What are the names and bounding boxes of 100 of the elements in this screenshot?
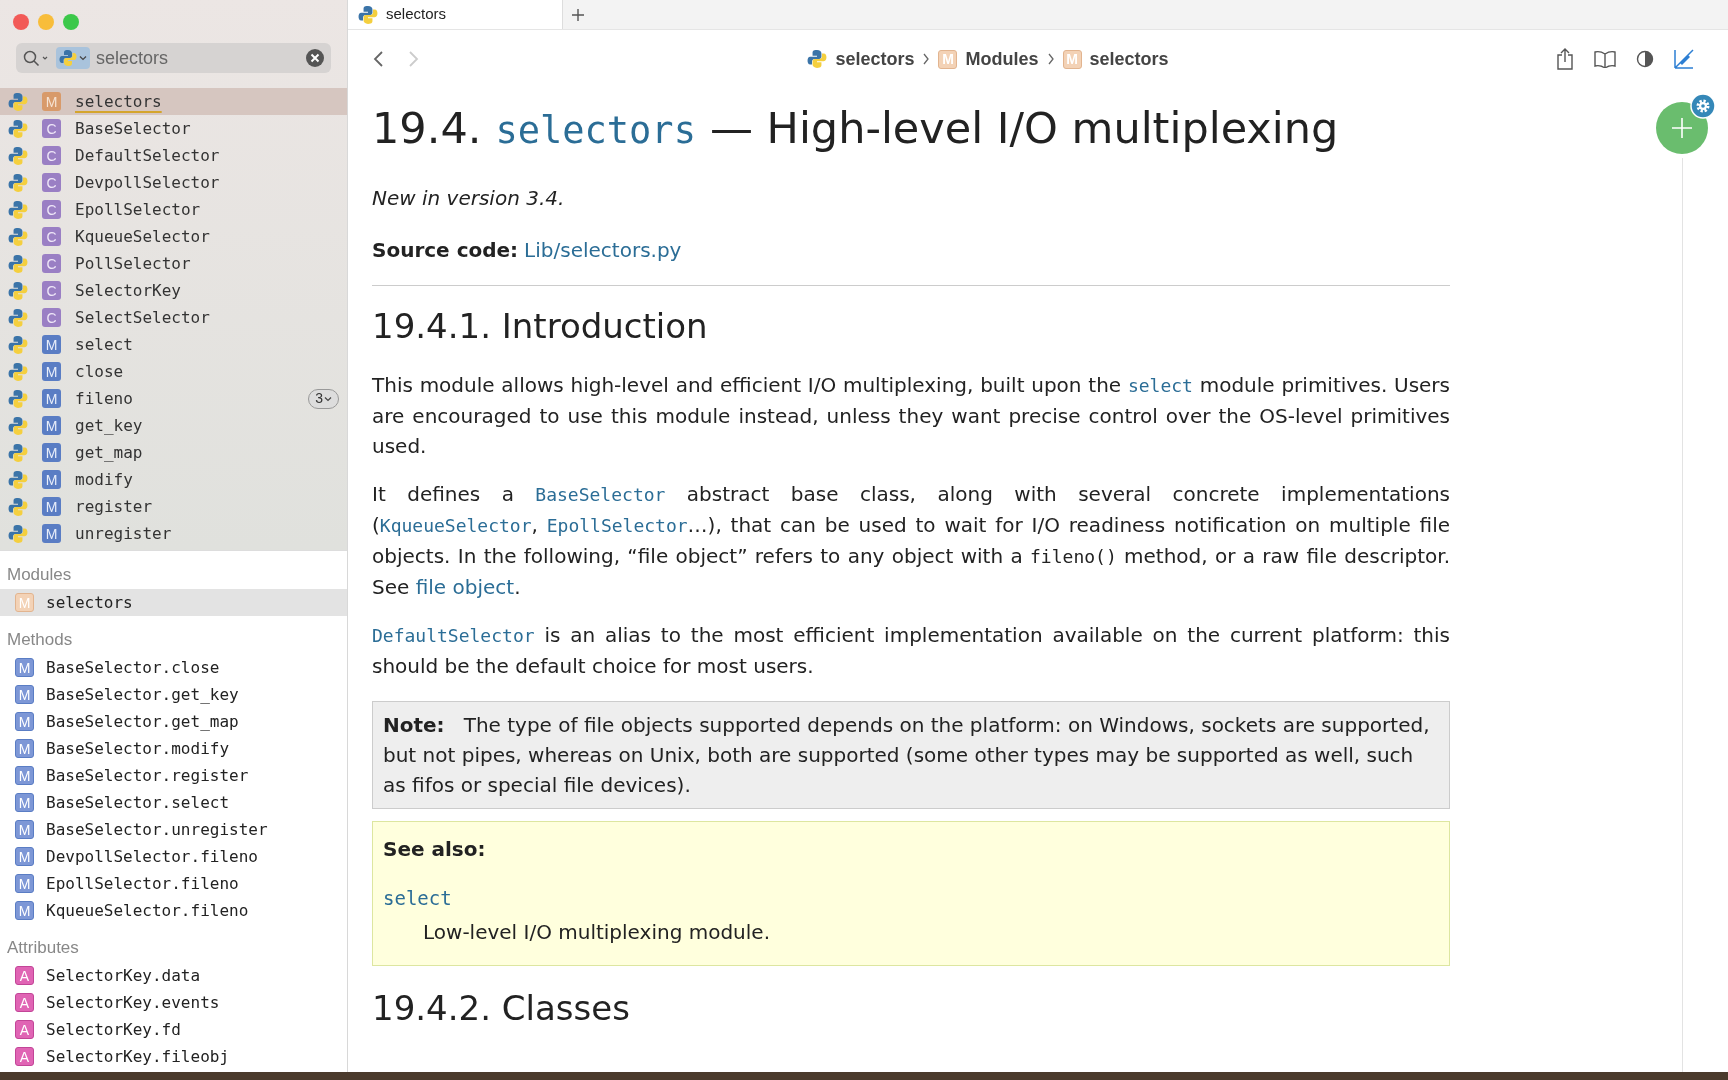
python-logo-icon [8,334,28,355]
result-row[interactable]: M BaseSelector.get_key [0,681,347,708]
result-row[interactable]: M BaseSelector.close [0,654,347,681]
search-input[interactable]: selectors [94,44,301,72]
section-heading: 19.4.2. Classes [372,986,631,1030]
source-link[interactable]: Lib/selectors.py [524,235,682,265]
result-row[interactable]: M BaseSelector.register [0,762,347,789]
type-badge-icon: M [15,685,34,704]
python-logo-icon [59,49,77,67]
type-badge-icon: M [42,470,61,489]
type-badge-icon: M [42,497,61,516]
type-badge-icon: C [42,146,61,165]
search-result-row[interactable]: C KqueueSelector [0,223,347,250]
python-logo-icon [358,4,378,25]
type-badge-icon: M [42,335,61,354]
add-annotation-button[interactable] [1656,102,1708,154]
python-logo-icon [8,172,28,193]
type-badge-icon: M [42,92,61,111]
section-header: Attributes [6,937,80,960]
search-result-row[interactable]: M modify [0,466,347,493]
result-row[interactable]: A SelectorKey.fileobj [0,1043,347,1070]
search-result-row[interactable]: M get_key [0,412,347,439]
python-logo-icon [8,469,28,490]
tab[interactable]: selectors [348,0,563,29]
result-row[interactable]: M KqueueSelector.fileno [0,897,347,924]
search-result-row[interactable]: M close [0,358,347,385]
type-badge-icon: C [42,227,61,246]
paragraph: DefaultSelector is an alias to the most efficient implementation available on the current platform: this should be the default choice for most users. [372,622,1450,680]
search-result-row[interactable]: M get_map [0,439,347,466]
result-row[interactable]: M EpollSelector.fileno [0,870,347,897]
type-badge-icon: M [42,416,61,435]
type-badge-icon: M [42,389,61,408]
contrast-icon[interactable] [1636,50,1654,68]
python-logo-icon [8,496,28,517]
heading-number: 19.4. [372,102,482,154]
back-icon[interactable] [372,49,386,69]
search-result-row[interactable]: C PollSelector [0,250,347,277]
search-result-row[interactable]: M register [0,493,347,520]
plus-icon [1671,117,1693,139]
module-link[interactable]: selectors [495,105,696,157]
search-result-row[interactable]: C EpollSelector [0,196,347,223]
type-badge-icon: A [15,993,34,1012]
breadcrumb-link[interactable]: Modules [965,45,1039,73]
code-link[interactable]: select [1127,375,1193,396]
code-link[interactable]: EpollSelector [546,515,688,536]
search-result-row[interactable]: C DefaultSelector [0,142,347,169]
annotate-icon[interactable] [1674,49,1694,69]
result-row[interactable]: M selectors [0,589,347,616]
python-logo-icon [807,49,828,69]
result-row[interactable]: A SelectorKey.fd [0,1016,347,1043]
search-result-row[interactable]: C DevpollSelector [0,169,347,196]
search-result-row[interactable]: M selectors [0,88,347,115]
caret-icon [79,54,87,62]
type-badge-icon: C [42,254,61,273]
breadcrumb-link[interactable]: selectors [835,45,915,73]
search-result-row[interactable]: C BaseSelector [0,115,347,142]
close-window-button[interactable] [13,14,29,30]
python-logo-icon [8,145,28,166]
text-link[interactable]: file object [415,575,515,599]
docset-selector[interactable] [56,47,90,69]
breadcrumb-link[interactable]: selectors [1089,45,1169,73]
type-badge-icon: A [15,966,34,985]
result-row[interactable]: M DevpollSelector.fileno [0,843,347,870]
type-badge-icon: M [15,766,34,785]
python-logo-icon [8,307,28,328]
search-field[interactable]: selectors [16,43,331,73]
type-badge-icon: M [15,593,34,612]
book-icon[interactable] [1594,50,1616,68]
type-badge-icon: C [42,308,61,327]
select-module-link[interactable]: select [383,884,452,913]
search-result-row[interactable]: M select [0,331,347,358]
type-badge-icon: M [15,739,34,758]
code-link[interactable]: BaseSelector [535,484,666,505]
settings-icon[interactable] [1690,93,1716,119]
section-header: Modules [6,564,73,587]
type-badge-icon: M [15,874,34,893]
type-badge-icon: M [42,362,61,381]
result-row[interactable]: M BaseSelector.select [0,789,347,816]
result-row[interactable]: A SelectorKey.data [0,962,347,989]
result-row[interactable]: M BaseSelector.modify [0,735,347,762]
result-row[interactable]: M BaseSelector.get_map [0,708,347,735]
version-note: New in version 3.4. [372,185,566,212]
search-result-row[interactable]: M fileno 3 [0,385,347,412]
result-row[interactable]: M BaseSelector.unregister [0,816,347,843]
see-also-label: See also: [383,836,487,863]
search-result-row[interactable]: C SelectSelector [0,304,347,331]
result-row[interactable]: A SelectorKey.events [0,989,347,1016]
count-badge[interactable]: 3 [308,388,339,409]
paragraph: This module allows high-level and efficient I/O multiplexing, built upon the select module primitives. Users are encouraged to use this module instead, unless they want precise control over the OS-level primitives used. [372,372,1450,460]
share-icon[interactable] [1556,48,1574,70]
type-badge-icon: M [15,820,34,839]
chevron-icon [1046,53,1055,65]
clear-search-icon[interactable] [305,48,325,68]
code-link[interactable]: DefaultSelector [372,625,535,646]
search-result-row[interactable]: C SelectorKey [0,277,347,304]
type-badge-icon: M [42,443,61,462]
type-badge-icon: M [15,658,34,677]
paragraph: It defines a BaseSelector abstract base class, along with several concrete implementations (KqueueSelector, EpollSelector…), that can be used to wait for I/O readiness notification on multiple file objects. In the following, “file object” refers to any object with a fileno() method, or a raw file descriptor. See file object. [372,481,1450,601]
code-link[interactable]: KqueueSelector [379,515,532,536]
search-result-row[interactable]: M unregister [0,520,347,547]
